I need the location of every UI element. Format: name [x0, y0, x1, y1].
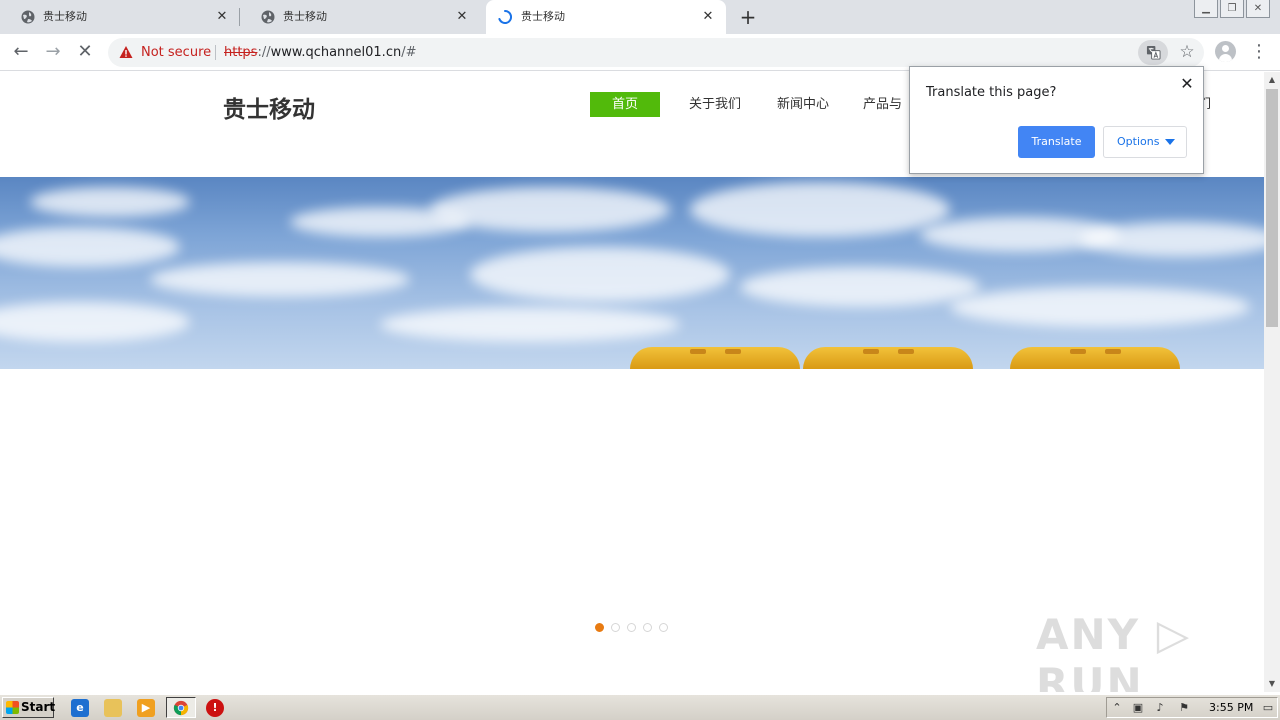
cloud	[740, 267, 980, 307]
tab-close-icon[interactable]: ✕	[454, 9, 470, 25]
cloud	[30, 187, 190, 217]
site-logo[interactable]: 贵士移动	[223, 90, 315, 124]
show-hidden-icons-icon[interactable]: ⌃	[1110, 701, 1124, 715]
scroll-down-arrow-icon[interactable]: ▼	[1264, 676, 1280, 692]
windows-taskbar: Start e ▶ ! ⌃ ▣ ♪ ⚑ 3:55 PM ▭	[0, 694, 1280, 720]
cloud	[150, 262, 410, 297]
carousel-dot-5[interactable]	[659, 623, 668, 632]
globe-icon	[261, 10, 275, 24]
system-tray: ⌃ ▣ ♪ ⚑ 3:55 PM ▭	[1106, 697, 1278, 718]
tab-close-icon[interactable]: ✕	[700, 9, 716, 25]
media-player-icon[interactable]: ▶	[137, 699, 155, 717]
tanker-truck	[803, 347, 973, 369]
tanker-truck	[1010, 347, 1180, 369]
carousel-dot-4[interactable]	[643, 623, 652, 632]
window-controls: ▁ ❐ ✕	[1192, 0, 1270, 18]
show-desktop-icon[interactable]: ▭	[1261, 701, 1275, 715]
carousel-dot-1[interactable]	[595, 623, 604, 632]
address-divider	[215, 45, 216, 60]
tab-2[interactable]: 贵士移动 ✕	[240, 0, 480, 34]
close-icon[interactable]: ✕	[1178, 75, 1196, 93]
tab-title: 贵士移动	[283, 10, 327, 23]
url-host: www.qchannel01.cn	[270, 45, 402, 60]
opera-icon[interactable]: !	[206, 699, 224, 717]
carousel-dot-2[interactable]	[611, 623, 620, 632]
tab-title: 贵士移动	[43, 10, 87, 23]
restore-button[interactable]: ❐	[1220, 0, 1244, 18]
back-button[interactable]: ←	[9, 40, 33, 64]
volume-icon[interactable]: ♪	[1153, 701, 1167, 715]
anyrun-watermark: ANY ▷ RUN	[1036, 610, 1191, 692]
file-explorer-icon[interactable]	[104, 699, 122, 717]
tab-title: 贵士移动	[521, 10, 565, 23]
translate-popup-title: Translate this page?	[926, 85, 1057, 100]
globe-icon	[21, 10, 35, 24]
security-label[interactable]: Not secure	[141, 45, 211, 60]
warning-triangle-icon	[119, 46, 133, 58]
translate-popup: Translate this page? ✕ Translate Options	[909, 66, 1204, 174]
chrome-icon	[173, 700, 189, 716]
close-window-button[interactable]: ✕	[1246, 0, 1270, 18]
cloud	[690, 182, 950, 237]
nav-item-news[interactable]: 新闻中心	[759, 92, 847, 117]
kebab-menu-icon[interactable]: ⋮	[1249, 41, 1269, 63]
translate-icon[interactable]	[1138, 40, 1168, 65]
tab-strip: 贵士移动 ✕ 贵士移动 ✕ 贵士移动 ✕ + ▁ ❐ ✕	[0, 0, 1280, 34]
spinner-icon	[498, 10, 512, 24]
screen: 贵士移动 ✕ 贵士移动 ✕ 贵士移动 ✕ + ▁ ❐ ✕ ← → ✕ Not s…	[0, 0, 1280, 720]
url-path: /#	[401, 45, 417, 60]
action-center-flag-icon[interactable]: ⚑	[1177, 701, 1191, 715]
scroll-thumb[interactable]	[1266, 89, 1278, 327]
address-bar[interactable]: Not secure https://www.qchannel01.cn/# ☆	[108, 38, 1204, 67]
cloud	[0, 227, 180, 267]
carousel-indicators	[595, 623, 675, 632]
cloud	[950, 287, 1250, 327]
url-separator: ://	[257, 45, 271, 60]
cloud	[1080, 222, 1264, 257]
options-label: Options	[1117, 135, 1160, 148]
account-icon[interactable]	[1215, 41, 1236, 62]
stop-loading-button[interactable]: ✕	[73, 40, 97, 64]
carousel-dot-3[interactable]	[627, 623, 636, 632]
windows-logo-icon	[6, 701, 19, 714]
network-icon[interactable]: ▣	[1131, 701, 1145, 715]
nav-item-about[interactable]: 关于我们	[660, 92, 759, 117]
hero-banner[interactable]	[0, 177, 1264, 369]
cloud	[380, 307, 680, 342]
forward-button[interactable]: →	[41, 40, 65, 64]
cloud	[0, 302, 190, 342]
site-navigation: 首页 关于我们 新闻中心 产品与	[590, 92, 920, 117]
minimize-button[interactable]: ▁	[1194, 0, 1218, 18]
chrome-taskbar-button[interactable]	[166, 697, 196, 718]
tab-1[interactable]: 贵士移动 ✕	[0, 0, 240, 34]
start-button[interactable]: Start	[2, 697, 56, 718]
star-icon[interactable]: ☆	[1176, 42, 1198, 62]
new-tab-button[interactable]: +	[737, 6, 759, 28]
scroll-up-arrow-icon[interactable]: ▲	[1264, 72, 1280, 88]
internet-explorer-icon[interactable]: e	[71, 699, 89, 717]
translate-button[interactable]: Translate	[1018, 126, 1095, 158]
nav-item-home[interactable]: 首页	[590, 92, 660, 117]
translate-glyph-icon	[1146, 45, 1161, 60]
tab-close-icon[interactable]: ✕	[214, 9, 230, 25]
url-text[interactable]: https://www.qchannel01.cn/#	[224, 45, 416, 60]
clock[interactable]: 3:55 PM	[1209, 701, 1253, 715]
cloud	[430, 187, 670, 232]
url-scheme: https	[224, 45, 258, 60]
cloud	[470, 247, 730, 302]
options-dropdown[interactable]: Options	[1103, 126, 1187, 158]
tanker-truck	[630, 347, 800, 369]
chevron-down-icon	[1165, 139, 1175, 145]
tab-3-active[interactable]: 贵士移动 ✕	[486, 0, 726, 34]
page-scrollbar[interactable]: ▲ ▼	[1264, 72, 1280, 692]
start-label: Start	[21, 700, 56, 714]
